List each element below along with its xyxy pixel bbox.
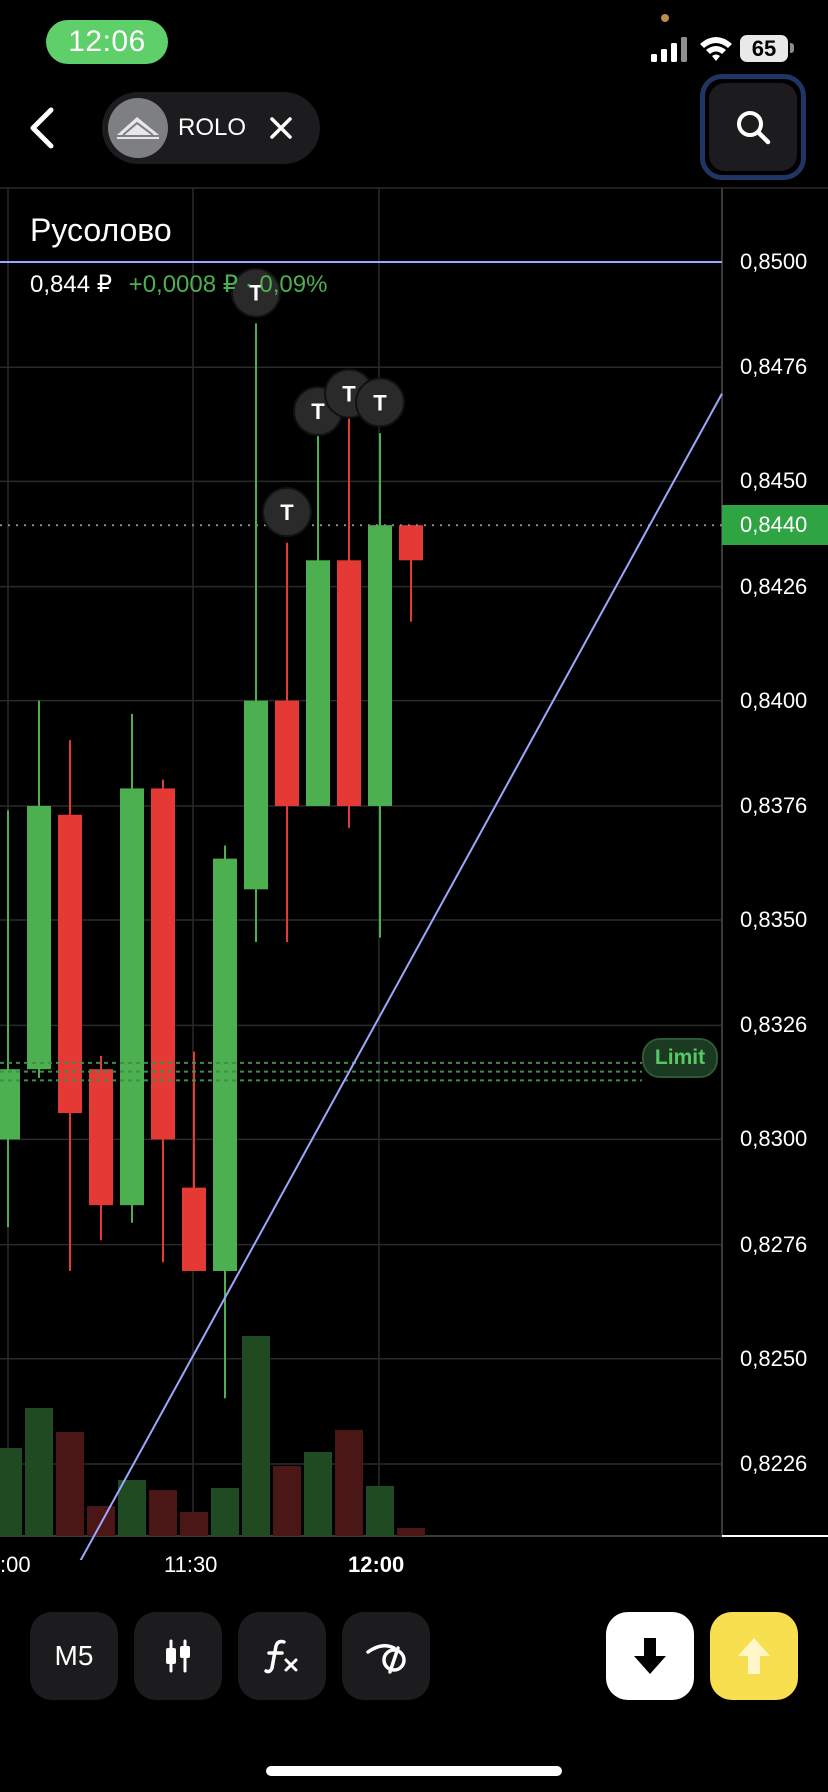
arrow-down-icon bbox=[634, 1638, 666, 1674]
indicators-button[interactable] bbox=[238, 1612, 326, 1700]
interval-label: M5 bbox=[54, 1640, 94, 1671]
y-axis-tick-label: 0,8476 bbox=[740, 354, 808, 380]
current-price: 0,844 ₽ bbox=[30, 271, 112, 298]
volume-bars bbox=[0, 1336, 425, 1536]
current-price-tag: 0,8440 bbox=[722, 505, 828, 545]
y-axis-tick-label: 0,8226 bbox=[740, 1451, 808, 1476]
candle-body bbox=[275, 700, 299, 806]
volume-bar bbox=[149, 1490, 177, 1536]
volume-bar bbox=[118, 1480, 146, 1536]
y-axis-tick-label: 0,8426 bbox=[740, 573, 808, 599]
candle-body bbox=[120, 788, 144, 1206]
x-axis-tick-label: 12:00 bbox=[348, 1552, 405, 1577]
candle-body bbox=[27, 805, 51, 1070]
candle-body bbox=[58, 814, 82, 1114]
x-axis-tick-label: :00 bbox=[0, 1552, 31, 1577]
y-axis-tick-label: 0,8250 bbox=[740, 1345, 808, 1371]
volume-bar bbox=[242, 1336, 270, 1536]
arrow-up-icon bbox=[738, 1638, 770, 1674]
indicators-icon bbox=[264, 1639, 298, 1674]
volume-bar bbox=[180, 1512, 208, 1536]
candles-icon bbox=[166, 1639, 190, 1673]
volume-bar bbox=[335, 1430, 363, 1536]
x-axis-tick-label: 11:30 bbox=[164, 1552, 218, 1577]
volume-bar bbox=[0, 1448, 22, 1536]
y-axis-tick-label: 0,8400 bbox=[740, 687, 808, 713]
y-axis-tick-label: 0,8376 bbox=[740, 792, 808, 818]
y-axis-tick-label: 0,8450 bbox=[740, 468, 808, 494]
chart-overlays bbox=[0, 261, 723, 1560]
candle-body bbox=[89, 1069, 113, 1206]
trade-marker-label: T bbox=[311, 399, 325, 424]
trade-marker-label: T bbox=[280, 500, 294, 525]
y-axis-tick-label: 0,8326 bbox=[740, 1012, 808, 1038]
candle-body bbox=[151, 788, 175, 1140]
candle-body bbox=[213, 858, 237, 1271]
y-axis-tick-label: 0,8350 bbox=[740, 907, 808, 933]
candle-body bbox=[182, 1187, 206, 1271]
y-axis-tick-label: 0,8300 bbox=[740, 1126, 808, 1152]
candle-body bbox=[306, 560, 330, 806]
y-axis-tick-label: 0,8500 bbox=[740, 249, 808, 274]
limit-order-badge[interactable]: Limit bbox=[642, 1038, 718, 1078]
volume-bar bbox=[87, 1506, 115, 1536]
buy-button[interactable] bbox=[710, 1612, 798, 1700]
drawing-tools-button[interactable] bbox=[342, 1612, 430, 1700]
candlesticks bbox=[0, 323, 423, 1399]
price-change: +0,0008 ₽ · 0,09% bbox=[128, 271, 328, 298]
y-axis-tick-label: 0,8276 bbox=[740, 1231, 808, 1257]
instrument-name: Русолово bbox=[30, 212, 172, 248]
volume-bar bbox=[211, 1488, 239, 1536]
volume-bar bbox=[397, 1528, 425, 1536]
volume-bar bbox=[25, 1408, 53, 1536]
candle-body bbox=[337, 560, 361, 806]
volume-bar bbox=[273, 1466, 301, 1536]
volume-bar bbox=[304, 1452, 332, 1536]
trade-marker-label: T bbox=[342, 382, 356, 407]
trade-marker-label: T bbox=[373, 390, 387, 415]
price-summary: 0,844 ₽ +0,0008 ₽ · 0,09% bbox=[30, 270, 327, 299]
candle-body bbox=[399, 525, 423, 561]
interval-button[interactable]: M5 bbox=[30, 1612, 118, 1700]
drawing-icon bbox=[366, 1644, 406, 1674]
candle-body bbox=[368, 525, 392, 806]
candle-body bbox=[244, 700, 268, 890]
sell-button[interactable] bbox=[606, 1612, 694, 1700]
volume-bar bbox=[366, 1486, 394, 1536]
volume-bar bbox=[56, 1432, 84, 1536]
home-indicator bbox=[266, 1766, 562, 1776]
chart-type-button[interactable] bbox=[134, 1612, 222, 1700]
